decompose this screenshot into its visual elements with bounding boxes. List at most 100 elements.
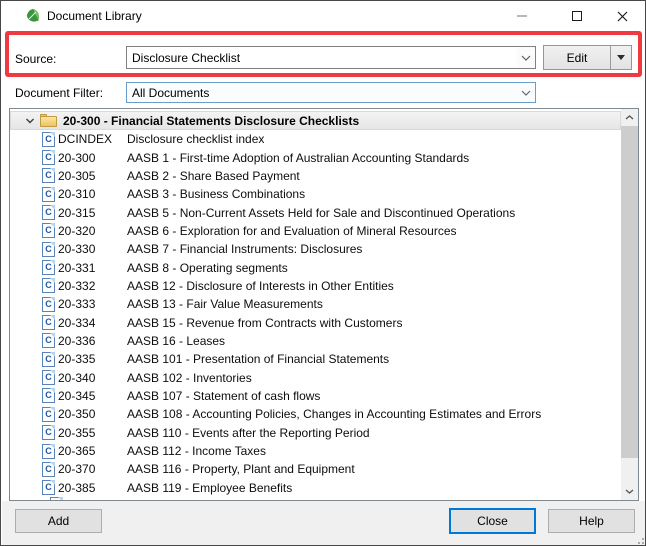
doc-id: DCINDEX bbox=[58, 132, 127, 146]
document-c-icon: C bbox=[42, 480, 55, 495]
edit-split-button: Edit bbox=[543, 45, 632, 70]
doc-id: 20-334 bbox=[58, 316, 127, 330]
doc-desc: AASB 1 - First-time Adoption of Australi… bbox=[127, 151, 621, 165]
document-library-dialog: Document Library Source: Disclosure Chec… bbox=[0, 0, 646, 546]
tree-row[interactable]: C 20-310 AASB 3 - Business Combinations bbox=[10, 185, 621, 203]
tree-row[interactable]: C 20-300 AASB 1 - First-time Adoption of… bbox=[10, 148, 621, 166]
scroll-up-button[interactable] bbox=[621, 109, 638, 126]
doc-desc: AASB 12 - Disclosure of Interests in Oth… bbox=[127, 279, 621, 293]
tree-row[interactable]: C 20-345 AASB 107 - Statement of cash fl… bbox=[10, 387, 621, 405]
document-c-icon: C bbox=[42, 425, 55, 440]
source-combobox[interactable]: Disclosure Checklist bbox=[126, 46, 536, 69]
document-c-icon: C bbox=[42, 187, 55, 202]
doc-desc: AASB 119 - Employee Benefits bbox=[127, 481, 621, 495]
document-c-icon: C bbox=[42, 352, 55, 367]
document-c-icon: C bbox=[42, 388, 55, 403]
minimize-button[interactable] bbox=[499, 1, 544, 31]
chevron-up-icon bbox=[625, 115, 634, 120]
doc-desc: AASB 7 - Financial Instruments: Disclosu… bbox=[127, 242, 621, 256]
add-button[interactable]: Add bbox=[15, 509, 102, 533]
doc-desc: AASB 108 - Accounting Policies, Changes … bbox=[127, 407, 621, 421]
document-c-icon: C bbox=[42, 462, 55, 477]
tree-row[interactable]: C 20-365 AASB 112 - Income Taxes bbox=[10, 442, 621, 460]
scrollbar-thumb[interactable] bbox=[621, 126, 638, 458]
doc-desc: AASB 2 - Share Based Payment bbox=[127, 169, 621, 183]
tree-row[interactable]: C 20-336 AASB 16 - Leases bbox=[10, 332, 621, 350]
close-icon bbox=[617, 11, 628, 22]
filter-dropdown-button[interactable] bbox=[517, 83, 535, 102]
expander-chevron-down-icon[interactable] bbox=[24, 115, 36, 127]
maximize-icon bbox=[572, 11, 582, 21]
doc-id: 20-315 bbox=[58, 206, 127, 220]
doc-id: 20-350 bbox=[58, 407, 127, 421]
source-dropdown-button[interactable] bbox=[517, 47, 535, 68]
tree-row[interactable]: C 20-385 AASB 119 - Employee Benefits bbox=[10, 479, 621, 497]
resize-grip[interactable] bbox=[634, 534, 644, 544]
tree-row[interactable]: C 20-370 AASB 116 - Property, Plant and … bbox=[10, 460, 621, 478]
doc-id: 20-332 bbox=[58, 279, 127, 293]
doc-id: 20-330 bbox=[58, 242, 127, 256]
tree-row[interactable]: C DCINDEX Disclosure checklist index bbox=[10, 130, 621, 148]
chevron-down-icon bbox=[521, 90, 531, 96]
tree-folder-label: 20-300 - Financial Statements Disclosure… bbox=[63, 114, 359, 128]
tree-row[interactable]: C 20-355 AASB 110 - Events after the Rep… bbox=[10, 424, 621, 442]
scroll-down-button[interactable] bbox=[621, 483, 638, 500]
doc-desc: AASB 110 - Events after the Reporting Pe… bbox=[127, 426, 621, 440]
chevron-down-icon bbox=[625, 489, 634, 494]
source-value: Disclosure Checklist bbox=[127, 51, 517, 65]
tree-row[interactable]: C 20-333 AASB 13 - Fair Value Measuremen… bbox=[10, 295, 621, 313]
source-label: Source: bbox=[15, 52, 56, 66]
tree-row[interactable]: C 20-315 AASB 5 - Non-Current Assets Hel… bbox=[10, 203, 621, 221]
vertical-scrollbar[interactable] bbox=[621, 109, 638, 500]
document-c-icon: C bbox=[42, 444, 55, 459]
doc-desc: AASB 101 - Presentation of Financial Sta… bbox=[127, 352, 621, 366]
tree-row[interactable]: C 20-320 AASB 6 - Exploration for and Ev… bbox=[10, 222, 621, 240]
document-c-icon: C bbox=[42, 333, 55, 348]
close-dialog-button[interactable]: Close bbox=[449, 508, 536, 534]
tree-row[interactable]: C 20-334 AASB 15 - Revenue from Contract… bbox=[10, 313, 621, 331]
doc-desc: AASB 5 - Non-Current Assets Held for Sal… bbox=[127, 206, 621, 220]
doc-id: 20-345 bbox=[58, 389, 127, 403]
doc-desc: AASB 13 - Fair Value Measurements bbox=[127, 297, 621, 311]
doc-id: 20-331 bbox=[58, 261, 127, 275]
document-tree: 20-300 - Financial Statements Disclosure… bbox=[10, 111, 621, 497]
tree-row[interactable]: C 20-331 AASB 8 - Operating segments bbox=[10, 258, 621, 276]
document-c-icon: C bbox=[42, 242, 55, 257]
doc-desc: Disclosure checklist index bbox=[127, 132, 621, 146]
doc-desc: AASB 116 - Property, Plant and Equipment bbox=[127, 462, 621, 476]
maximize-button[interactable] bbox=[554, 1, 599, 31]
edit-button[interactable]: Edit bbox=[544, 46, 610, 69]
tree-row[interactable]: C 20-335 AASB 101 - Presentation of Fina… bbox=[10, 350, 621, 368]
tree-items: C DCINDEX Disclosure checklist index C 2… bbox=[10, 130, 621, 497]
tree-row[interactable]: C 20-305 AASB 2 - Share Based Payment bbox=[10, 167, 621, 185]
document-c-icon: C bbox=[42, 297, 55, 312]
document-c-icon: C bbox=[42, 132, 55, 147]
document-c-icon: C bbox=[42, 150, 55, 165]
doc-desc: AASB 102 - Inventories bbox=[127, 371, 621, 385]
document-c-icon: C bbox=[42, 407, 55, 422]
tree-row[interactable]: C 20-350 AASB 108 - Accounting Policies,… bbox=[10, 405, 621, 423]
edit-dropdown-button[interactable] bbox=[611, 46, 631, 69]
doc-desc: AASB 15 - Revenue from Contracts with Cu… bbox=[127, 316, 621, 330]
doc-desc: AASB 107 - Statement of cash flows bbox=[127, 389, 621, 403]
tree-row[interactable]: C 20-340 AASB 102 - Inventories bbox=[10, 368, 621, 386]
document-list: 20-300 - Financial Statements Disclosure… bbox=[9, 108, 639, 501]
title-bar: Document Library bbox=[1, 1, 645, 32]
tree-row[interactable]: C 20-330 AASB 7 - Financial Instruments:… bbox=[10, 240, 621, 258]
doc-desc: AASB 112 - Income Taxes bbox=[127, 444, 621, 458]
edit-button-label: Edit bbox=[567, 51, 588, 65]
help-button[interactable]: Help bbox=[548, 509, 635, 533]
document-c-icon: C bbox=[42, 168, 55, 183]
doc-id: 20-370 bbox=[58, 462, 127, 476]
doc-id: 20-320 bbox=[58, 224, 127, 238]
doc-id: 20-336 bbox=[58, 334, 127, 348]
window-title: Document Library bbox=[47, 9, 142, 23]
document-filter-label: Document Filter: bbox=[15, 86, 103, 100]
doc-id: 20-355 bbox=[58, 426, 127, 440]
tree-folder-row[interactable]: 20-300 - Financial Statements Disclosure… bbox=[10, 111, 621, 130]
doc-id: 20-385 bbox=[58, 481, 127, 495]
document-filter-combobox[interactable]: All Documents bbox=[126, 82, 536, 103]
close-button[interactable] bbox=[600, 1, 645, 31]
doc-id: 20-340 bbox=[58, 371, 127, 385]
tree-row[interactable]: C 20-332 AASB 12 - Disclosure of Interes… bbox=[10, 277, 621, 295]
